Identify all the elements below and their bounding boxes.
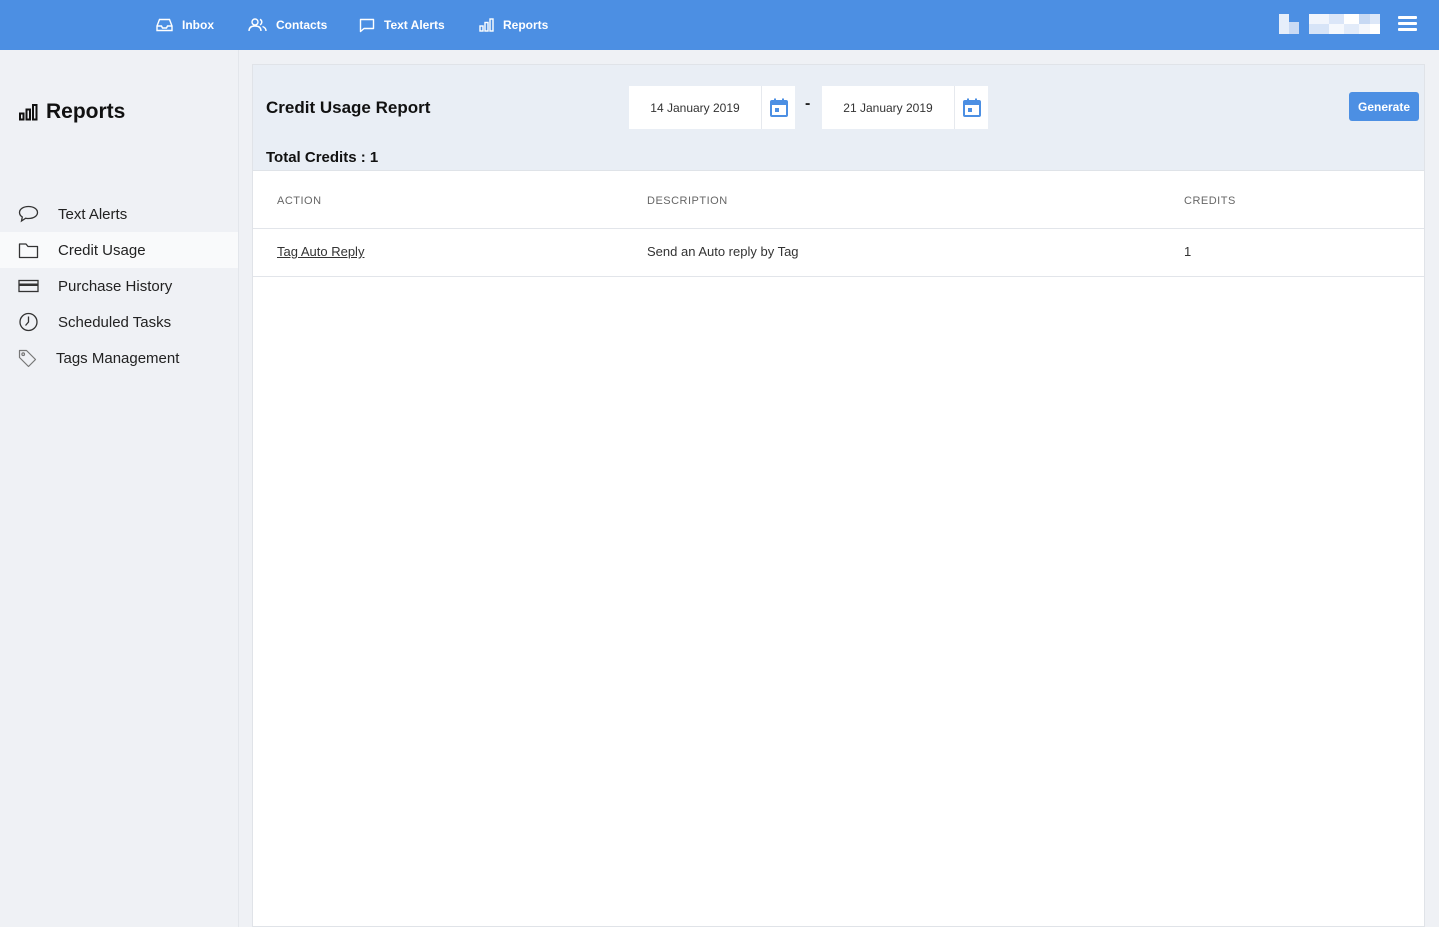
- folder-icon: [18, 242, 39, 258]
- sidebar-item-label: Credit Usage: [58, 241, 146, 259]
- sidebar-item-label: Purchase History: [58, 277, 173, 295]
- nav-inbox[interactable]: Inbox: [156, 0, 214, 50]
- date-to-picker: 21 January 2019: [822, 86, 988, 129]
- bar-chart-icon: [479, 18, 494, 32]
- sidebar-item-label: Tags Management: [56, 349, 180, 367]
- date-from-calendar-button[interactable]: [762, 86, 795, 129]
- date-from-picker: 14 January 2019: [629, 86, 795, 129]
- sidebar-item-label: Scheduled Tasks: [58, 313, 172, 331]
- column-header-action[interactable]: ACTION: [277, 195, 322, 207]
- sidebar-title: Reports: [19, 100, 125, 124]
- nav-contacts-label: Contacts: [276, 18, 328, 32]
- date-to-input[interactable]: 21 January 2019: [822, 86, 955, 129]
- top-navigation-bar: Inbox Contacts Text Alerts Reports: [0, 0, 1439, 50]
- tag-icon: [18, 349, 37, 367]
- inbox-icon: [156, 18, 173, 32]
- sidebar-item-purchase-history[interactable]: Purchase History: [0, 268, 238, 304]
- table-row: Tag Auto Reply Send an Auto reply by Tag…: [253, 229, 1424, 277]
- report-header: Credit Usage Report 14 January 2019 - 21…: [253, 65, 1424, 171]
- generate-button[interactable]: Generate: [1349, 92, 1419, 121]
- sidebar-item-tags-management[interactable]: Tags Management: [0, 340, 238, 376]
- bar-chart-icon: [19, 103, 38, 120]
- calendar-icon: [962, 98, 981, 117]
- clock-icon: [19, 312, 38, 332]
- credits-cell: 1: [1184, 244, 1192, 259]
- nav-reports-label: Reports: [503, 18, 549, 32]
- report-title: Credit Usage Report: [266, 98, 431, 117]
- date-from-input[interactable]: 14 January 2019: [629, 86, 762, 129]
- nav-inbox-label: Inbox: [182, 18, 214, 32]
- action-link[interactable]: Tag Auto Reply: [277, 244, 364, 259]
- nav-contacts[interactable]: Contacts: [248, 0, 327, 50]
- nav-text-alerts-label: Text Alerts: [384, 18, 445, 32]
- sidebar-item-credit-usage[interactable]: Credit Usage: [0, 232, 238, 268]
- calendar-icon: [769, 98, 788, 117]
- sidebar-title-text: Reports: [46, 100, 126, 123]
- date-range-separator: -: [805, 95, 811, 112]
- contacts-icon: [248, 18, 267, 32]
- sidebar-item-label: Text Alerts: [58, 205, 128, 223]
- hamburger-menu-icon[interactable]: [1398, 15, 1418, 33]
- chat-bubble-icon: [359, 18, 375, 32]
- column-header-description[interactable]: DESCRIPTION: [647, 195, 728, 207]
- sidebar-item-scheduled-tasks[interactable]: Scheduled Tasks: [0, 304, 238, 340]
- user-avatar[interactable]: [1279, 14, 1380, 34]
- speech-bubble-icon: [18, 205, 39, 223]
- column-header-credits[interactable]: CREDITS: [1184, 195, 1236, 207]
- credit-card-icon: [18, 279, 39, 293]
- total-credits: Total Credits : 1: [266, 149, 379, 166]
- nav-text-alerts[interactable]: Text Alerts: [359, 0, 445, 50]
- nav-reports[interactable]: Reports: [479, 0, 548, 50]
- date-to-calendar-button[interactable]: [955, 86, 988, 129]
- sidebar-item-text-alerts[interactable]: Text Alerts: [0, 196, 238, 232]
- sidebar: Reports Text Alerts Credit Usage Purchas…: [0, 50, 239, 927]
- description-cell: Send an Auto reply by Tag: [647, 244, 799, 259]
- report-panel: Credit Usage Report 14 January 2019 - 21…: [252, 64, 1425, 927]
